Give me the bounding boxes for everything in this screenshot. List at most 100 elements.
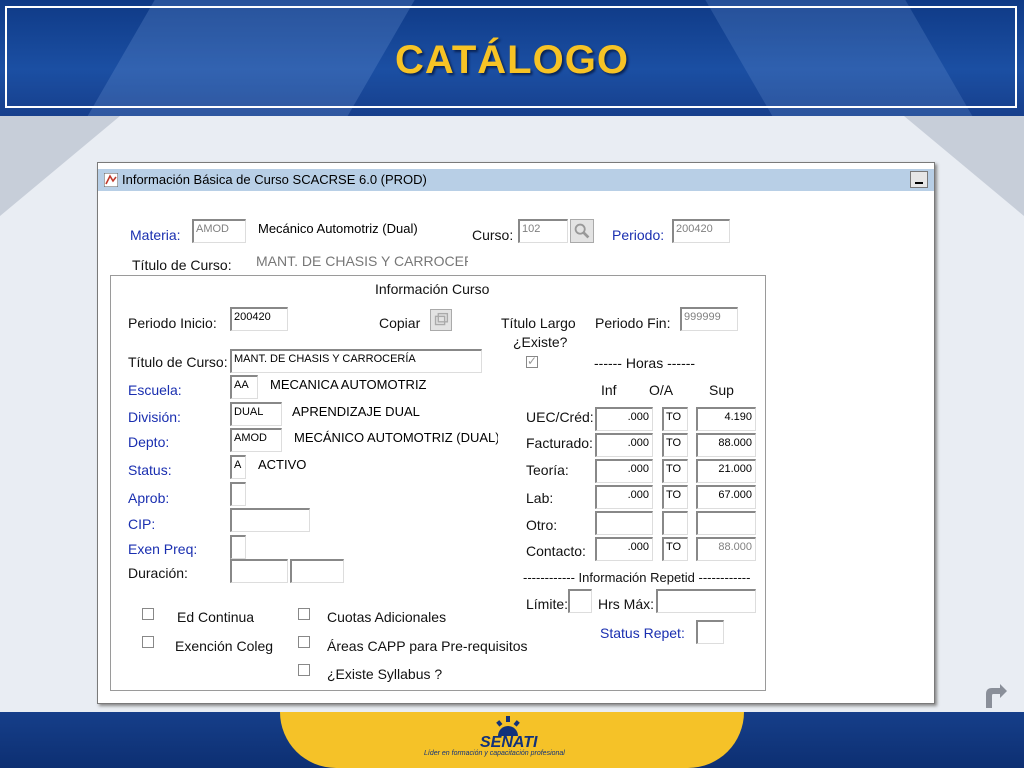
cip-description	[322, 508, 528, 532]
hours-sup-field[interactable]	[696, 511, 756, 535]
aprob-description	[256, 482, 462, 506]
status-code-field[interactable]: A	[230, 455, 246, 479]
materia-description: Mecánico Automotriz (Dual)	[256, 219, 468, 243]
exen-preq-description	[256, 535, 462, 559]
depto-label: Depto:	[128, 434, 170, 450]
horas-header: ------ Horas ------	[594, 355, 696, 371]
periodo-fin-field[interactable]: 999999	[680, 307, 738, 331]
copiar-button[interactable]	[430, 309, 452, 331]
materia-code-field[interactable]: AMOD	[192, 219, 246, 243]
status-label: Status:	[128, 462, 172, 478]
cip-label: CIP:	[128, 516, 156, 532]
materia-label: Materia:	[130, 227, 181, 243]
hours-oa-field[interactable]: TO	[662, 433, 688, 457]
aprob-code-field[interactable]	[230, 482, 246, 506]
hours-inf-field[interactable]: .000	[595, 459, 653, 483]
titulo-curso-display: MANT. DE CHASIS Y CARROCER	[254, 251, 468, 273]
col-inf-header: Inf	[601, 382, 617, 398]
division-code-field[interactable]: DUAL	[230, 402, 282, 426]
copiar-label: Copiar	[379, 315, 421, 331]
hours-row-label: Otro:	[526, 517, 558, 533]
ed-continua-checkbox[interactable]	[142, 608, 154, 620]
ed-continua-label: Ed Continua	[177, 609, 255, 625]
hours-oa-field[interactable]: TO	[662, 407, 688, 431]
hours-row-label: Contacto:	[526, 543, 586, 559]
periodo-label: Periodo:	[612, 227, 665, 243]
hours-inf-field[interactable]: .000	[595, 537, 653, 561]
status-description: ACTIVO	[256, 455, 462, 479]
periodo-inicio-field[interactable]: 200420	[230, 307, 288, 331]
exencion-coleg-label: Exención Coleg	[175, 638, 274, 654]
status-repet-field[interactable]	[696, 620, 724, 644]
course-info-window: Información Básica de Curso SCACRSE 6.0 …	[97, 162, 935, 704]
hours-row-label: Lab:	[526, 490, 554, 506]
hours-row-label: Teoría:	[526, 462, 569, 478]
hours-sup-field[interactable]: 67.000	[696, 485, 756, 509]
hours-sup-field[interactable]: 4.190	[696, 407, 756, 431]
division-label: División:	[128, 409, 181, 425]
areas-capp-checkbox[interactable]	[298, 636, 310, 648]
return-arrow-icon[interactable]	[980, 684, 1008, 710]
hours-inf-field[interactable]: .000	[595, 485, 653, 509]
window-titlebar: Información Básica de Curso SCACRSE 6.0 …	[98, 169, 934, 191]
depto-description: MECÁNICO AUTOMOTRIZ (DUAL)	[292, 428, 498, 452]
depto-code-field[interactable]: AMOD	[230, 428, 282, 452]
hours-inf-field[interactable]: .000	[595, 433, 653, 457]
magnifier-icon	[574, 223, 590, 239]
cuotas-adicionales-checkbox[interactable]	[298, 608, 310, 620]
curso-search-button[interactable]	[570, 219, 594, 243]
escuela-code-field[interactable]: AA	[230, 375, 258, 399]
exen-preq-label: Exen Preq:	[128, 541, 198, 557]
exencion-coleg-checkbox[interactable]	[142, 636, 154, 648]
existe-syllabus-checkbox[interactable]	[298, 664, 310, 676]
escuela-label: Escuela:	[128, 382, 182, 398]
areas-capp-label: Áreas CAPP para Pre-requisitos	[327, 638, 528, 654]
existe-syllabus-label: ¿Existe Syllabus ?	[327, 666, 443, 682]
hours-row-label: UEC/Créd:	[526, 409, 594, 425]
senati-tagline: Líder en formación y capacitación profes…	[424, 750, 565, 757]
hours-sup-field[interactable]: 88.000	[696, 537, 756, 561]
aprob-label: Aprob:	[128, 490, 170, 506]
cip-field[interactable]	[230, 508, 310, 532]
limite-field[interactable]	[568, 589, 592, 613]
duracion-field-1[interactable]	[230, 559, 288, 583]
exen-preq-field[interactable]	[230, 535, 246, 559]
info-section-title: Información Curso	[375, 281, 490, 297]
app-icon	[104, 173, 118, 187]
periodo-field[interactable]: 200420	[672, 219, 730, 243]
hours-inf-field[interactable]: .000	[595, 407, 653, 431]
copy-icon	[434, 312, 449, 326]
titulo-largo-checkbox[interactable]	[526, 354, 538, 368]
hrs-max-label: Hrs Máx:	[598, 596, 654, 612]
duracion-field-2[interactable]	[290, 559, 344, 583]
window-title: Información Básica de Curso SCACRSE 6.0 …	[122, 172, 427, 187]
status-repet-label: Status Repet:	[600, 625, 685, 641]
cuotas-adicionales-label: Cuotas Adicionales	[327, 609, 447, 625]
titulo-largo-label: Título Largo	[501, 315, 576, 331]
hours-oa-field[interactable]: TO	[662, 537, 688, 561]
col-sup-header: Sup	[709, 382, 734, 398]
hours-oa-field[interactable]: TO	[662, 459, 688, 483]
titulo-curso-field[interactable]: MANT. DE CHASIS Y CARROCERÍA	[230, 349, 482, 373]
hours-inf-field[interactable]	[595, 511, 653, 535]
hours-sup-field[interactable]: 21.000	[696, 459, 756, 483]
existe-label: ¿Existe?	[513, 334, 568, 350]
limite-label: Límite:	[526, 596, 569, 612]
col-oa-header: O/A	[649, 382, 674, 398]
hours-sup-field[interactable]: 88.000	[696, 433, 756, 457]
duracion-label: Duración:	[128, 565, 188, 581]
titulo-curso-label: Título de Curso:	[132, 257, 232, 273]
titulo-curso-label-2: Título de Curso:	[128, 354, 228, 370]
gear-logo-icon	[496, 716, 520, 736]
hours-oa-field[interactable]: TO	[662, 485, 688, 509]
escuela-description: MECANICA AUTOMOTRIZ	[268, 375, 474, 399]
division-description: APRENDIZAJE DUAL	[290, 402, 496, 426]
hours-oa-field[interactable]	[662, 511, 688, 535]
hours-row-label: Facturado:	[526, 435, 593, 451]
hrs-max-field[interactable]	[656, 589, 756, 613]
periodo-fin-label: Periodo Fin:	[595, 315, 671, 331]
minimize-button[interactable]	[910, 171, 928, 188]
repetid-header: ------------ Información Repetid -------…	[523, 570, 751, 585]
curso-field[interactable]: 102	[518, 219, 568, 243]
duracion-description	[356, 559, 494, 583]
